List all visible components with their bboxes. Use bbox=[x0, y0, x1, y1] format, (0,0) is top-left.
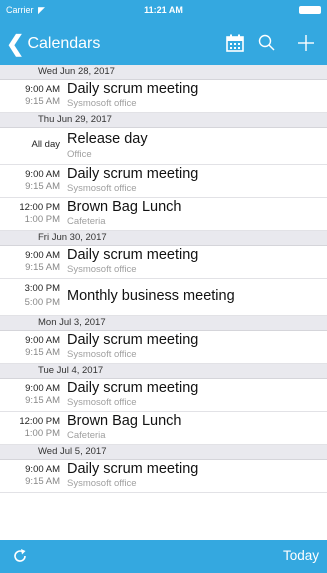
event-title: Daily scrum meeting bbox=[67, 166, 199, 182]
event-title: Daily scrum meeting bbox=[67, 247, 199, 263]
event-row[interactable]: 12:00 PM 1:00 PM Brown Bag Lunch Cafeter… bbox=[0, 198, 327, 231]
event-allday-label: All day bbox=[31, 139, 60, 150]
event-list[interactable]: Wed Jun 28, 2017 9:00 AM 9:15 AM Daily s… bbox=[0, 65, 327, 540]
event-location: Office bbox=[67, 149, 92, 160]
event-title: Brown Bag Lunch bbox=[67, 199, 182, 215]
event-start-time: 9:00 AM bbox=[25, 383, 60, 394]
event-location: Cafeteria bbox=[67, 216, 106, 227]
event-location: Cafeteria bbox=[67, 430, 106, 441]
event-end-time: 9:15 AM bbox=[25, 181, 60, 192]
bottom-toolbar: Today bbox=[0, 540, 327, 573]
event-title: Release day bbox=[67, 131, 148, 147]
event-start-time: 12:00 PM bbox=[19, 202, 60, 213]
event-location: Sysmosoft office bbox=[67, 478, 137, 489]
event-row[interactable]: 9:00 AM 9:15 AM Daily scrum meeting Sysm… bbox=[0, 246, 327, 279]
event-row[interactable]: All day Release day Office bbox=[0, 128, 327, 165]
event-end-time: 9:15 AM bbox=[25, 96, 60, 107]
event-row[interactable]: 3:00 PM 5:00 PM Monthly business meeting bbox=[0, 279, 327, 316]
event-title: Monthly business meeting bbox=[67, 288, 235, 304]
refresh-icon[interactable] bbox=[10, 546, 30, 566]
event-row[interactable]: 9:00 AM 9:15 AM Daily scrum meeting Sysm… bbox=[0, 460, 327, 493]
event-end-time: 9:15 AM bbox=[25, 262, 60, 273]
status-time: 11:21 AM bbox=[144, 5, 183, 15]
event-row[interactable]: 9:00 AM 9:15 AM Daily scrum meeting Sysm… bbox=[0, 165, 327, 198]
event-location: Sysmosoft office bbox=[67, 349, 137, 360]
event-title: Daily scrum meeting bbox=[67, 81, 199, 97]
back-button[interactable]: ❮ Calendars bbox=[6, 30, 100, 58]
event-title: Daily scrum meeting bbox=[67, 332, 199, 348]
search-icon[interactable] bbox=[256, 32, 280, 56]
event-end-time: 9:15 AM bbox=[25, 347, 60, 358]
event-end-time: 9:15 AM bbox=[25, 476, 60, 487]
event-title: Brown Bag Lunch bbox=[67, 413, 182, 429]
back-label: Calendars bbox=[27, 35, 101, 52]
event-row[interactable]: 9:00 AM 9:15 AM Daily scrum meeting Sysm… bbox=[0, 80, 327, 113]
event-start-time: 3:00 PM bbox=[24, 283, 60, 294]
event-location: Sysmosoft office bbox=[67, 183, 137, 194]
calendar-icon[interactable] bbox=[224, 32, 248, 56]
day-header: Mon Jul 3, 2017 bbox=[0, 316, 327, 331]
day-header: Fri Jun 30, 2017 bbox=[0, 231, 327, 246]
event-start-time: 9:00 AM bbox=[25, 335, 60, 346]
event-start-time: 9:00 AM bbox=[25, 250, 60, 261]
event-location: Sysmosoft office bbox=[67, 397, 137, 408]
day-header: Tue Jul 4, 2017 bbox=[0, 364, 327, 379]
today-button[interactable]: Today bbox=[283, 548, 319, 563]
event-start-time: 9:00 AM bbox=[25, 464, 60, 475]
event-end-time: 5:00 PM bbox=[24, 297, 60, 308]
plus-icon[interactable] bbox=[295, 32, 319, 56]
event-start-time: 12:00 PM bbox=[19, 416, 60, 427]
chevron-left-icon: ❮ bbox=[6, 31, 25, 56]
event-title: Daily scrum meeting bbox=[67, 461, 199, 477]
day-header: Thu Jun 29, 2017 bbox=[0, 113, 327, 128]
status-bar: Carrier ◤ 11:21 AM bbox=[0, 0, 327, 20]
event-title: Daily scrum meeting bbox=[67, 380, 199, 396]
event-row[interactable]: 9:00 AM 9:15 AM Daily scrum meeting Sysm… bbox=[0, 379, 327, 412]
event-location: Sysmosoft office bbox=[67, 264, 137, 275]
day-header: Wed Jun 28, 2017 bbox=[0, 65, 327, 80]
event-location: Sysmosoft office bbox=[67, 98, 137, 109]
event-start-time: 9:00 AM bbox=[25, 169, 60, 180]
top-bar: Carrier ◤ 11:21 AM ❮ Calendars bbox=[0, 0, 327, 65]
day-header: Wed Jul 5, 2017 bbox=[0, 445, 327, 460]
event-end-time: 1:00 PM bbox=[24, 428, 60, 439]
navigation-bar: ❮ Calendars bbox=[0, 24, 327, 62]
event-row[interactable]: 9:00 AM 9:15 AM Daily scrum meeting Sysm… bbox=[0, 331, 327, 364]
battery-icon bbox=[299, 6, 321, 14]
event-end-time: 1:00 PM bbox=[24, 214, 60, 225]
event-row[interactable]: 12:00 PM 1:00 PM Brown Bag Lunch Cafeter… bbox=[0, 412, 327, 445]
event-end-time: 9:15 AM bbox=[25, 395, 60, 406]
event-start-time: 9:00 AM bbox=[25, 84, 60, 95]
